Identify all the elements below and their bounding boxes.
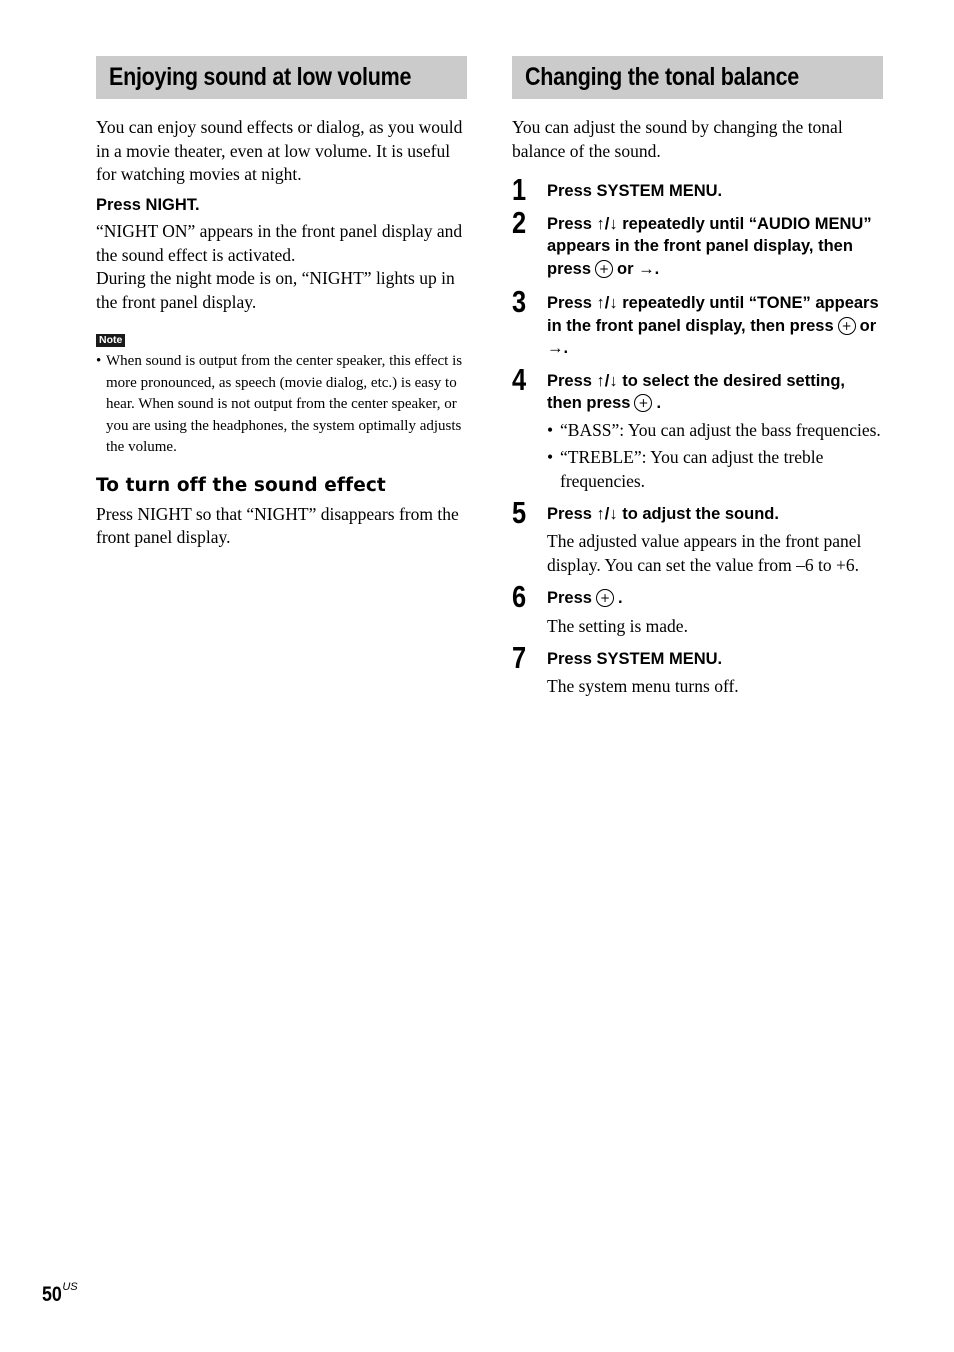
step-text: Press ↑/↓ to select the desired setting,… xyxy=(547,371,846,413)
step-number: 7 xyxy=(512,639,527,675)
bullet: • xyxy=(96,353,102,369)
step-detail: The setting is made. xyxy=(547,615,688,636)
turn-off-text: Press NIGHT so that “NIGHT” disappears f… xyxy=(96,503,459,548)
step-4: 4 Press ↑/↓ to select the desired settin… xyxy=(512,363,883,493)
step-2: 2 Press ↑/↓ repeatedly until “AUDIO MENU… xyxy=(512,206,883,281)
step-6: 6 Press. The setting is made. xyxy=(512,581,883,638)
step-instruction: Press ↑/↓ repeatedly until “AUDIO MENU” … xyxy=(547,213,883,281)
step-instruction: Press ↑/↓ to adjust the sound. xyxy=(547,504,779,523)
step-instruction: Press ↑/↓ repeatedly until “TONE” appear… xyxy=(547,292,883,360)
note-text: • When sound is output from the center s… xyxy=(96,351,467,459)
bass-bullet: • “BASS”: You can adjust the bass frequen… xyxy=(547,418,883,442)
enter-button-icon xyxy=(595,259,614,278)
press-night-instruction: Press NIGHT. xyxy=(96,195,200,214)
step-detail: The adjusted value appears in the front … xyxy=(547,531,862,575)
enter-button-icon xyxy=(634,394,653,412)
step-text: Press xyxy=(547,589,592,607)
step-number: 2 xyxy=(512,204,527,240)
step-3: 3 Press ↑/↓ repeatedly until “TONE” appe… xyxy=(512,286,883,360)
note-label: Note xyxy=(96,334,126,347)
step-number: 6 xyxy=(512,579,527,614)
treble-bullet: • “TREBLE”: You can adjust the treble fre… xyxy=(547,445,883,493)
page-number-value: 50 xyxy=(42,1283,62,1306)
step-7: 7 Press SYSTEM MENU. The system menu tur… xyxy=(512,641,883,699)
step-detail: The system menu turns off. xyxy=(547,676,739,696)
night-on-result: “NIGHT ON” appears in the front panel di… xyxy=(96,221,463,265)
enter-button-icon xyxy=(595,589,614,607)
section-title-text: Enjoying sound at low volume xyxy=(109,63,412,91)
step-instruction: Press. xyxy=(547,587,883,610)
step-1: 1 Press SYSTEM MENU. xyxy=(512,174,883,206)
enter-button-icon xyxy=(837,316,856,335)
step-instruction: Press SYSTEM MENU. xyxy=(547,182,723,200)
note-body: When sound is output from the center spe… xyxy=(106,353,463,455)
section-title-tonal-balance: Changing the tonal balance xyxy=(512,56,883,99)
bullet: • xyxy=(547,446,554,467)
bullet: • xyxy=(547,419,554,440)
section-title-low-volume: Enjoying sound at low volume xyxy=(96,56,467,99)
bullet-text: “TREBLE”: You can adjust the treble freq… xyxy=(560,446,824,491)
step-number: 1 xyxy=(512,172,527,207)
step-number: 3 xyxy=(512,284,527,319)
step-number: 5 xyxy=(512,494,527,530)
turn-off-subheading: To turn off the sound effect xyxy=(96,474,386,496)
page-number: 50US xyxy=(42,1281,78,1307)
tonal-balance-intro: You can adjust the sound by changing the… xyxy=(512,117,843,161)
low-volume-intro: You can enjoy sound effects or dialog, a… xyxy=(96,117,463,184)
bullet-text: “BASS”: You can adjust the bass frequenc… xyxy=(560,419,881,440)
night-mode-result: During the night mode is on, “NIGHT” lig… xyxy=(96,268,455,312)
section-title-text: Changing the tonal balance xyxy=(525,63,800,91)
right-column: Changing the tonal balance You can adjus… xyxy=(512,56,883,698)
step-instruction: Press ↑/↓ to select the desired setting,… xyxy=(547,370,883,415)
step-5: 5 Press ↑/↓ to adjust the sound. The adj… xyxy=(512,496,883,578)
step-number: 4 xyxy=(512,361,527,397)
step-text-end: . xyxy=(617,589,623,607)
step-instruction: Press SYSTEM MENU. xyxy=(547,649,723,668)
region-code: US xyxy=(62,1281,78,1293)
step-text: Press ↑/↓ repeatedly until “TONE” appear… xyxy=(547,294,879,335)
step-text-end: . xyxy=(656,394,662,412)
left-column: Enjoying sound at low volume You can enj… xyxy=(96,56,467,550)
step-text-end: or →. xyxy=(617,259,660,278)
